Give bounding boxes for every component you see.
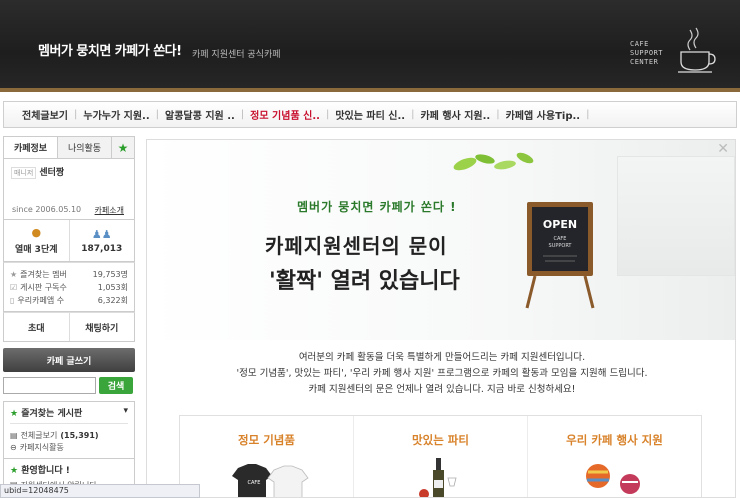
level-label: 열매 3단계 xyxy=(14,245,58,255)
favorite-board-item[interactable]: ⊖ 카페지식활동 xyxy=(10,441,128,453)
count-row: ★ 즐겨찾는 멤버 19,753명 xyxy=(10,268,128,281)
count-row: ☑ 게시판 구독수 1,053회 xyxy=(10,281,128,294)
menu-support-1[interactable]: 누가누가 지원.. xyxy=(77,107,155,122)
cafe-header: 멤버가 뭉치면 카페가 쏜다! 카페 지원센터 공식카페 CAFE SUPPOR… xyxy=(0,0,740,92)
favorite-boards-title: 즐겨찾는 게시판 xyxy=(21,409,83,419)
tshirt-text: CAFE xyxy=(248,480,261,486)
count-value: 6,322회 xyxy=(97,296,128,305)
header-subtitle: 카페 지원센터 공식카페 xyxy=(192,50,281,60)
menu-app-tip[interactable]: 카페앱 사용Tip.. xyxy=(500,107,587,122)
star-icon: ★ xyxy=(10,466,22,476)
members-icon: ♟♟ xyxy=(91,227,112,241)
profile-actions: 초대 채팅하기 xyxy=(3,312,135,342)
board-icon: ⊖ xyxy=(10,442,17,452)
souvenir-card[interactable]: 정모 기념품 CAFE xyxy=(180,416,354,497)
chat-button[interactable]: 채팅하기 xyxy=(70,313,135,341)
hot-air-balloon-icon xyxy=(586,464,640,494)
favorite-boards-header: ★ 즐겨찾는 게시판 ▾ xyxy=(10,406,128,424)
star-icon: ★ xyxy=(10,409,22,419)
card-title: 맛있는 파티 xyxy=(412,433,469,447)
since-date: since 2006.05.10 xyxy=(12,205,82,214)
board-line-2: SUPPORT xyxy=(549,243,573,249)
member-count-value: 187,013 xyxy=(81,243,123,254)
logo-line: CENTER xyxy=(630,58,659,66)
intro-description: 여러분의 카페 활동을 더욱 특별하게 만들어드리는 카페 지원센터입니다. '… xyxy=(147,350,735,398)
count-label: 우리카페앱 수 xyxy=(17,296,65,305)
menu-event[interactable]: 카페 행사 지원.. xyxy=(414,107,496,122)
coffee-cup-icon xyxy=(678,27,716,73)
card-title: 우리 카페 행사 지원 xyxy=(566,433,663,447)
manager-badge: 매니저 xyxy=(11,167,37,179)
member-count[interactable]: ♟♟ 187,013 xyxy=(70,220,135,261)
board-count: (15,391) xyxy=(60,430,99,440)
wine-bottle-icon xyxy=(419,458,457,497)
support-programs: 정모 기념품 CAFE 맛있는 파티 우리 카페 행사 지원 xyxy=(179,415,702,497)
manager-name[interactable]: 센터짱 xyxy=(39,168,64,178)
count-label: 게시판 구독수 xyxy=(20,283,67,292)
fruit-icon: ● xyxy=(31,226,42,239)
sidebar: 카페정보 나의활동 ★ 매니저 센터짱 since 2006.05.10 카페소개… xyxy=(3,136,135,490)
cafe-intro-link[interactable]: 카페소개 xyxy=(95,205,124,216)
desc-line: '정모 기념품', 맛있는 파티', '우리 카페 행사 지원' 프로그램으로 … xyxy=(236,368,648,379)
cafe-level[interactable]: ● 열매 3단계 xyxy=(4,220,70,261)
phone-icon: ▯ xyxy=(10,296,15,305)
logo-line: SUPPORT xyxy=(630,49,664,57)
star-icon: ★ xyxy=(10,270,18,279)
count-row: ▯ 우리카페앱 수 6,322회 xyxy=(10,294,128,307)
sidebar-tabs: 카페정보 나의활동 ★ xyxy=(3,136,135,158)
invite-button[interactable]: 초대 xyxy=(4,313,70,341)
leaves-decoration xyxy=(453,152,534,171)
write-post-button[interactable]: 카페 글쓰기 xyxy=(3,348,135,372)
hero-headline-1: 카페지원센터의 문이 xyxy=(265,234,448,258)
board-title: OPEN xyxy=(543,218,577,231)
main-content: 멤버가 뭉치면 카페가 쏜다 ! 카페지원센터의 문이 '활짝' 열려 있습니다… xyxy=(146,139,736,498)
header-slogan[interactable]: 멤버가 뭉치면 카페가 쏜다! xyxy=(38,40,182,59)
welcome-title: 환영합니다 ! xyxy=(21,466,70,476)
search-button[interactable]: 검색 xyxy=(99,377,133,394)
board-icon: ▤ xyxy=(10,430,18,440)
count-value: 19,753명 xyxy=(92,270,128,279)
board-menu-bar: 전체글보기 | 누가누가 지원.. | 알콩달콩 지원 .. | 정모 기념품 신..… xyxy=(3,101,737,128)
menu-party[interactable]: 맛있는 파티 신.. xyxy=(329,107,411,122)
board-label: 카페지식활동 xyxy=(19,442,64,452)
hero-banner: 멤버가 뭉치면 카페가 쏜다 ! 카페지원센터의 문이 '활짝' 열려 있습니다… xyxy=(147,140,735,340)
cafe-profile: 매니저 센터짱 since 2006.05.10 카페소개 xyxy=(3,158,135,220)
desc-line: 카페 지원센터의 문은 언제나 열려 있습니다. 지금 바로 신청하세요! xyxy=(308,384,576,395)
card-title: 정모 기념품 xyxy=(238,433,295,447)
tab-my-activity[interactable]: 나의활동 xyxy=(58,137,112,158)
cafe-counts: ★ 즐겨찾는 멤버 19,753명 ☑ 게시판 구독수 1,053회 ▯ 우리카페앱 수 6… xyxy=(3,262,135,312)
logo-line: CAFE xyxy=(630,40,649,48)
search-input[interactable] xyxy=(3,377,96,394)
menu-separator: | xyxy=(586,109,590,120)
tab-cafe-info[interactable]: 카페정보 xyxy=(4,137,58,158)
desc-line: 여러분의 카페 활동을 더욱 특별하게 만들어드리는 카페 지원센터입니다. xyxy=(298,352,586,363)
favorite-board-item[interactable]: ▤ 전체글보기 (15,391) xyxy=(10,429,128,441)
check-icon: ☑ xyxy=(10,283,18,292)
cafe-stats: ● 열매 3단계 ♟♟ 187,013 xyxy=(3,220,135,262)
favorite-boards: ★ 즐겨찾는 게시판 ▾ ▤ 전체글보기 (15,391) ⊖ 카페지식활동 xyxy=(3,401,135,459)
menu-support-2[interactable]: 알콩달콩 지원 .. xyxy=(159,107,241,122)
party-card[interactable]: 맛있는 파티 xyxy=(354,416,528,497)
collapse-icon[interactable]: ▾ xyxy=(123,406,128,419)
window-decoration xyxy=(617,156,735,276)
menu-all-posts[interactable]: 전체글보기 xyxy=(16,107,74,122)
cafe-support-logo: CAFE SUPPORT CENTER xyxy=(630,40,663,67)
tshirt-icon: CAFE xyxy=(232,464,309,497)
count-label: 즐겨찾는 멤버 xyxy=(20,270,67,279)
close-icon[interactable]: ✕ xyxy=(717,141,729,157)
board-line-1: CAFE xyxy=(554,236,567,242)
welcome-header: ★ 환영합니다 ! xyxy=(10,463,128,476)
menu-souvenir[interactable]: 정모 기념품 신.. xyxy=(244,107,326,122)
star-icon[interactable]: ★ xyxy=(112,137,134,158)
search-row: 검색 xyxy=(3,377,135,394)
hero-headline-2: '활짝' 열려 있습니다 xyxy=(269,269,460,294)
event-card[interactable]: 우리 카페 행사 지원 xyxy=(528,416,701,497)
browser-status-bar: ubid=12048475 xyxy=(0,484,200,498)
open-sign-board: OPEN CAFE SUPPORT xyxy=(525,202,595,309)
board-label: 전체글보기 xyxy=(20,430,58,440)
count-value: 1,053회 xyxy=(97,283,128,292)
hero-small-headline: 멤버가 뭉치면 카페가 쏜다 ! xyxy=(297,200,457,214)
